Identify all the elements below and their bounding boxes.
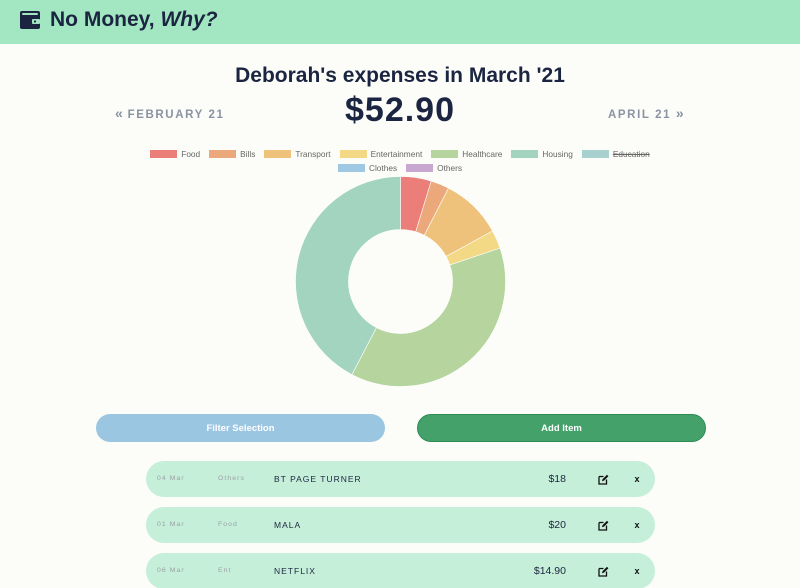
legend-row: Clothes Others [150,162,650,174]
expense-description: BT PAGE TURNER [274,474,362,484]
app-title-emphasis: Why? [160,8,218,31]
expense-description: NETFLIX [274,566,316,576]
legend-label: Food [181,149,201,159]
legend-label: Education [612,149,650,159]
expense-category: Others [218,475,245,482]
double-chevron-left-icon: « [115,105,123,121]
expense-description: MALA [274,520,302,530]
delete-button[interactable]: x [632,553,642,588]
donut-slice-healthcare[interactable] [351,247,506,387]
legend-label: Bills [240,149,256,159]
edit-icon[interactable] [598,461,612,497]
legend-swatch [264,150,292,158]
legend-swatch [150,150,178,158]
legend-label: Healthcare [462,149,503,159]
legend-item-education[interactable]: Education [581,148,650,160]
legend-item-transport[interactable]: Transport [264,148,331,160]
legend-label: Entertainment [370,149,423,159]
delete-button[interactable]: x [632,461,642,497]
expense-category: Ent [218,567,232,574]
previous-month-link[interactable]: « FEBRUARY 21 [115,105,224,121]
legend-swatch [339,150,367,158]
expense-category: Food [218,521,238,528]
expense-date: 06 Mar [157,567,185,574]
legend-swatch [209,150,237,158]
expense-amount: $14.90 [533,565,566,577]
legend-swatch [511,150,539,158]
legend-item-bills[interactable]: Bills [209,148,255,160]
legend-item-clothes[interactable]: Clothes [337,162,398,174]
legend-item-food[interactable]: Food [150,148,200,160]
chart-legend: Food Bills Transport Entertainment Healthcar… [150,148,650,176]
edit-icon[interactable] [598,507,612,543]
legend-item-healthcare[interactable]: Healthcare [431,148,502,160]
app-title-main: No Money, [50,8,155,31]
double-chevron-right-icon: » [675,105,684,121]
previous-month-label: FEBRUARY 21 [127,109,225,121]
legend-item-housing[interactable]: Housing [511,148,573,160]
expense-amount: $18 [548,473,566,485]
legend-item-others[interactable]: Others [406,162,462,174]
legend-label: Transport [295,149,331,159]
legend-row: Food Bills Transport Entertainment Healthcar… [150,148,650,160]
top-bar: No Money, Why? [0,0,800,44]
expense-row[interactable]: 01 Mar Food MALA $20 x [146,507,655,543]
app-title[interactable]: No Money, Why? [50,8,218,32]
next-month-label: APRIL 21 [608,109,672,121]
expense-date: 04 Mar [157,475,185,482]
next-month-link[interactable]: APRIL 21 » [608,105,684,121]
legend-swatch [406,164,434,172]
delete-button[interactable]: x [632,507,642,543]
expense-donut-chart [295,176,506,387]
legend-swatch [337,164,365,172]
filter-selection-button[interactable]: Filter Selection [96,414,385,442]
legend-item-entertainment[interactable]: Entertainment [339,148,423,160]
wallet-icon [20,11,40,29]
legend-label: Clothes [368,163,398,173]
page-title: Deborah's expenses in March '21 [235,64,565,87]
legend-swatch [581,150,609,158]
legend-label: Housing [542,149,573,159]
legend-swatch [431,150,459,158]
expense-amount: $20 [548,519,566,531]
add-item-button[interactable]: Add Item [417,414,706,442]
expense-date: 01 Mar [157,521,185,528]
expense-row[interactable]: 04 Mar Others BT PAGE TURNER $18 x [146,461,655,497]
edit-icon[interactable] [598,553,612,588]
legend-label: Others [437,163,463,173]
expense-row[interactable]: 06 Mar Ent NETFLIX $14.90 x [146,553,655,588]
